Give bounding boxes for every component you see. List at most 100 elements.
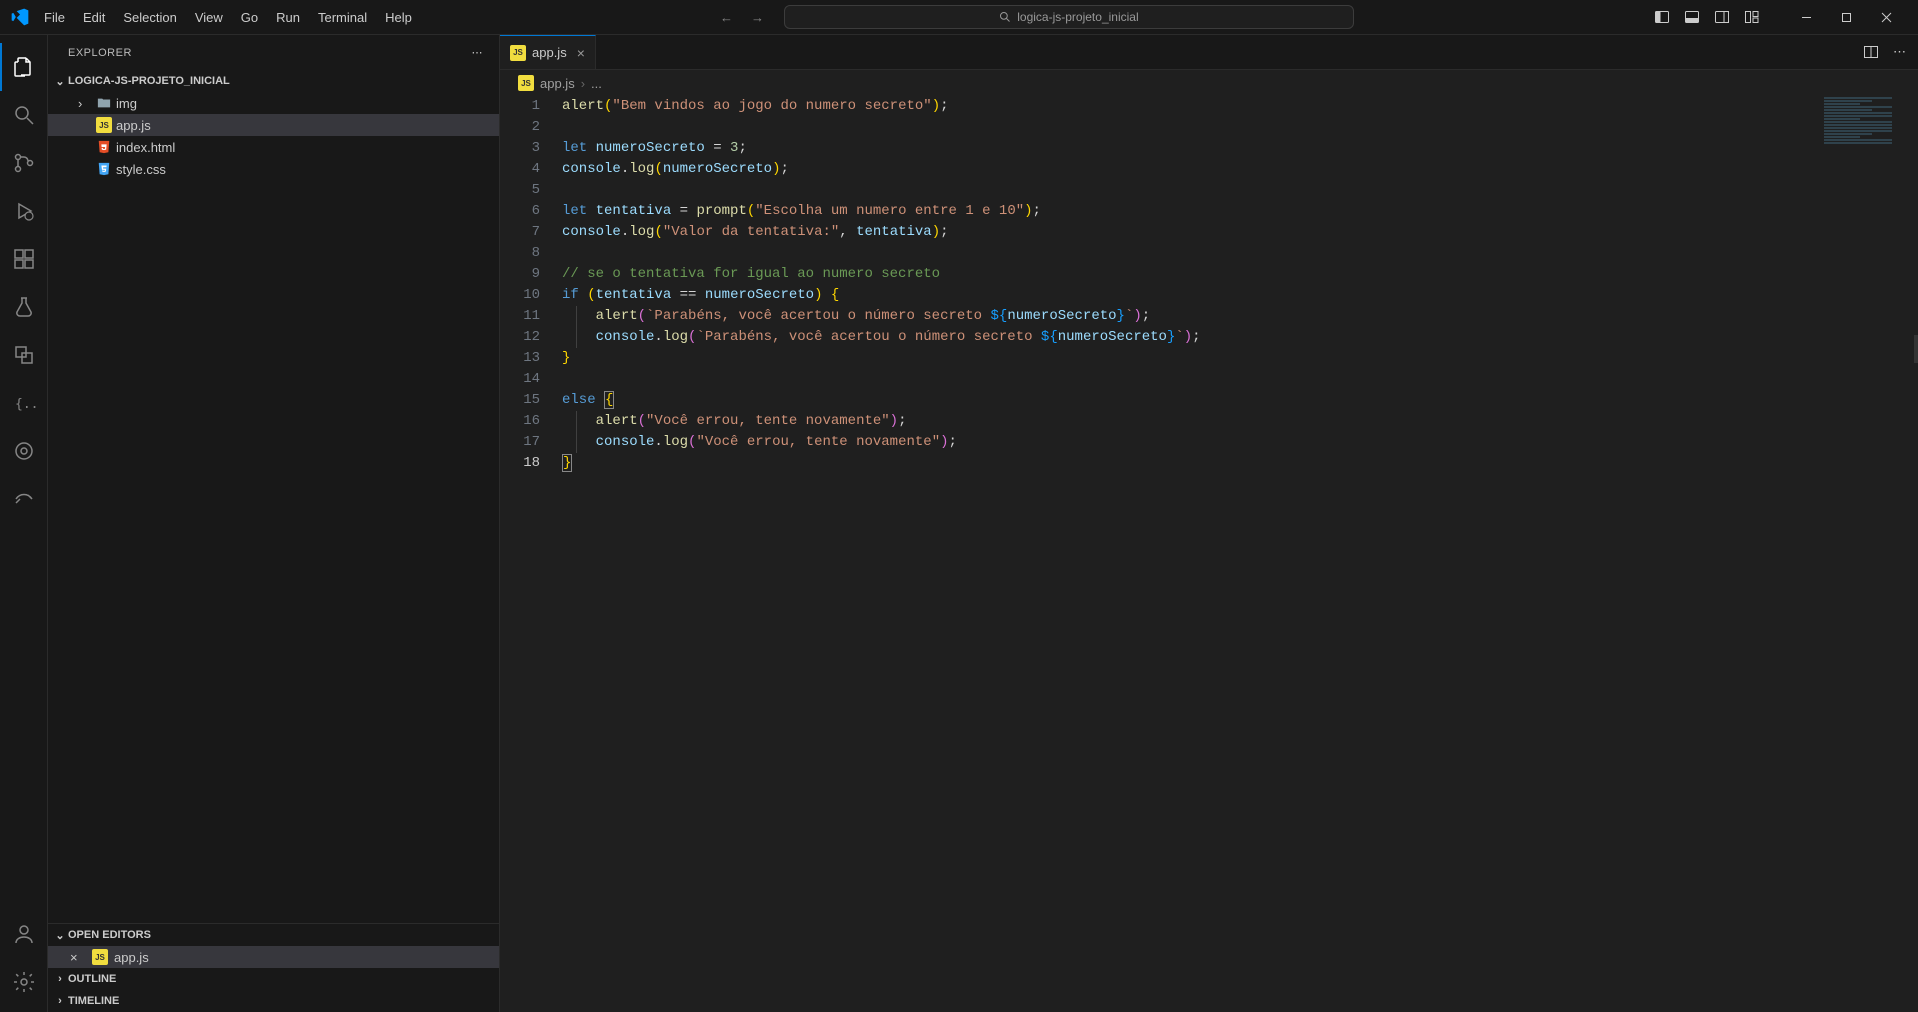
nav-arrows: ← → [720,10,764,25]
code-content[interactable]: alert("Bem vindos ao jogo do numero secr… [562,96,1918,1012]
window-close-icon[interactable] [1866,2,1906,32]
code-line[interactable]: else { [562,390,1918,411]
code-line[interactable]: alert(`Parabéns, você acertou o número s… [562,306,1918,327]
html-file-icon [96,139,112,155]
activity-references-icon[interactable] [0,331,48,379]
code-line[interactable]: alert("Bem vindos ao jogo do numero secr… [562,96,1918,117]
line-number: 3 [500,138,540,159]
nav-forward-icon[interactable]: → [751,10,764,25]
activity-explorer-icon[interactable] [0,43,48,91]
activity-extensions-icon[interactable] [0,235,48,283]
line-number: 2 [500,117,540,138]
activity-liveshare-icon[interactable] [0,475,48,523]
more-actions-icon[interactable]: ⋯ [1893,44,1906,60]
code-editor[interactable]: 123456789101112131415161718 alert("Bem v… [500,96,1918,1012]
line-number: 7 [500,222,540,243]
tab-label: app.js [532,45,567,60]
chevron-right-icon: › [52,995,68,1007]
menu-item-edit[interactable]: Edit [75,6,113,29]
window-minimize-icon[interactable] [1786,2,1826,32]
code-line[interactable] [562,180,1918,201]
js-file-icon: JS [96,117,112,133]
activity-bar: {..} [0,35,48,1012]
line-number: 17 [500,432,540,453]
breadcrumb-file: app.js [540,76,575,91]
activity-settings-icon[interactable] [0,958,48,1006]
line-number: 8 [500,243,540,264]
menu-item-run[interactable]: Run [268,6,308,29]
tree-item-label: style.css [116,162,166,177]
activity-accounts-icon[interactable] [0,910,48,958]
code-line[interactable]: console.log("Valor da tentativa:", tenta… [562,222,1918,243]
code-line[interactable]: let tentativa = prompt("Escolha um numer… [562,201,1918,222]
close-icon[interactable]: × [577,45,585,61]
nav-back-icon[interactable]: ← [720,10,733,25]
chevron-right-icon: › [581,76,585,91]
code-line[interactable] [562,369,1918,390]
chevron-down-icon: ⌄ [52,75,68,88]
toggle-panel-icon[interactable] [1684,9,1700,25]
minimap[interactable] [1824,97,1904,157]
line-number: 12 [500,327,540,348]
code-line[interactable]: console.log("Você errou, tente novamente… [562,432,1918,453]
code-line[interactable]: } [562,453,1918,474]
toggle-primary-sidebar-icon[interactable] [1654,9,1670,25]
line-number: 5 [500,180,540,201]
line-number: 13 [500,348,540,369]
customize-layout-icon[interactable] [1744,9,1760,25]
outline-header[interactable]: › OUTLINE [48,968,499,990]
tree-file-indexhtml[interactable]: index.html [48,136,499,158]
line-numbers-gutter: 123456789101112131415161718 [500,96,562,1012]
activity-source-control-icon[interactable] [0,139,48,187]
code-line[interactable] [562,243,1918,264]
titlebar: FileEditSelectionViewGoRunTerminalHelp ←… [0,0,1918,35]
line-number: 18 [500,453,540,474]
tree-file-appjs[interactable]: JS app.js [48,114,499,136]
split-editor-icon[interactable] [1863,44,1879,60]
chevron-right-icon: › [52,973,68,985]
activity-testing-icon[interactable] [0,283,48,331]
code-line[interactable]: } [562,348,1918,369]
editor-tabs: JS app.js × ⋯ [500,35,1918,70]
menu-item-file[interactable]: File [36,6,73,29]
editor-area: JS app.js × ⋯ JS app.js › ... 1234567891… [500,35,1918,1012]
line-number: 11 [500,306,540,327]
menu-item-selection[interactable]: Selection [115,6,184,29]
line-number: 4 [500,159,540,180]
toggle-secondary-sidebar-icon[interactable] [1714,9,1730,25]
menu-item-go[interactable]: Go [233,6,266,29]
code-line[interactable]: console.log(numeroSecreto); [562,159,1918,180]
menu-item-terminal[interactable]: Terminal [310,6,375,29]
line-number: 1 [500,96,540,117]
window-maximize-icon[interactable] [1826,2,1866,32]
section-label: OPEN EDITORS [68,929,151,941]
breadcrumbs[interactable]: JS app.js › ... [500,70,1918,96]
code-line[interactable]: alert("Você errou, tente novamente"); [562,411,1918,432]
activity-json-icon[interactable]: {..} [0,379,48,427]
line-number: 14 [500,369,540,390]
open-editor-item[interactable]: × JS app.js [48,946,499,968]
breadcrumb-rest: ... [591,76,602,91]
timeline-header[interactable]: › TIMELINE [48,990,499,1012]
sidebar-more-icon[interactable]: ⋯ [472,46,484,59]
menu-item-help[interactable]: Help [377,6,420,29]
svg-text:{..}: {..} [15,397,36,412]
tree-folder-img[interactable]: › img [48,92,499,114]
command-center-search[interactable]: logica-js-projeto_inicial [784,5,1354,29]
activity-debug-icon[interactable] [0,187,48,235]
activity-search-icon[interactable] [0,91,48,139]
activity-liveserver-icon[interactable] [0,427,48,475]
tab-appjs[interactable]: JS app.js × [500,35,596,69]
open-editors-header[interactable]: ⌄ OPEN EDITORS [48,924,499,946]
code-line[interactable]: console.log(`Parabéns, você acertou o nú… [562,327,1918,348]
code-line[interactable]: if (tentativa == numeroSecreto) { [562,285,1918,306]
code-line[interactable]: let numeroSecreto = 3; [562,138,1918,159]
code-line[interactable] [562,117,1918,138]
menu-item-view[interactable]: View [187,6,231,29]
project-header[interactable]: ⌄ LOGICA-JS-PROJETO_INICIAL [48,70,499,92]
vscode-logo-icon [10,7,30,27]
code-line[interactable]: // se o tentativa for igual ao numero se… [562,264,1918,285]
css-file-icon [96,161,112,177]
tree-file-stylecss[interactable]: style.css [48,158,499,180]
close-icon[interactable]: × [70,950,86,965]
